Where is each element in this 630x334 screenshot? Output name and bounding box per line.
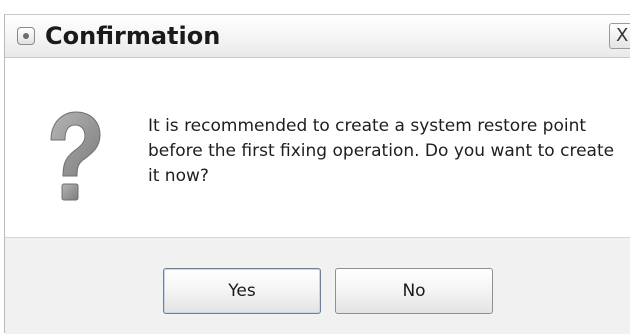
yes-button[interactable]: Yes	[163, 268, 321, 314]
close-button[interactable]: X	[609, 23, 630, 49]
confirmation-message: It is recommended to create a system res…	[148, 116, 615, 186]
no-button[interactable]: No	[335, 268, 493, 314]
question-mark-icon	[50, 111, 101, 201]
title-bar[interactable]: Confirmation X	[5, 15, 630, 58]
dialog-title: Confirmation	[45, 22, 221, 50]
confirmation-dialog: Confirmation X It is recommended to crea…	[4, 14, 630, 334]
button-bar: Yes No	[5, 237, 630, 334]
window-menu-icon[interactable]	[17, 27, 35, 45]
dialog-content: It is recommended to create a system res…	[5, 58, 630, 236]
